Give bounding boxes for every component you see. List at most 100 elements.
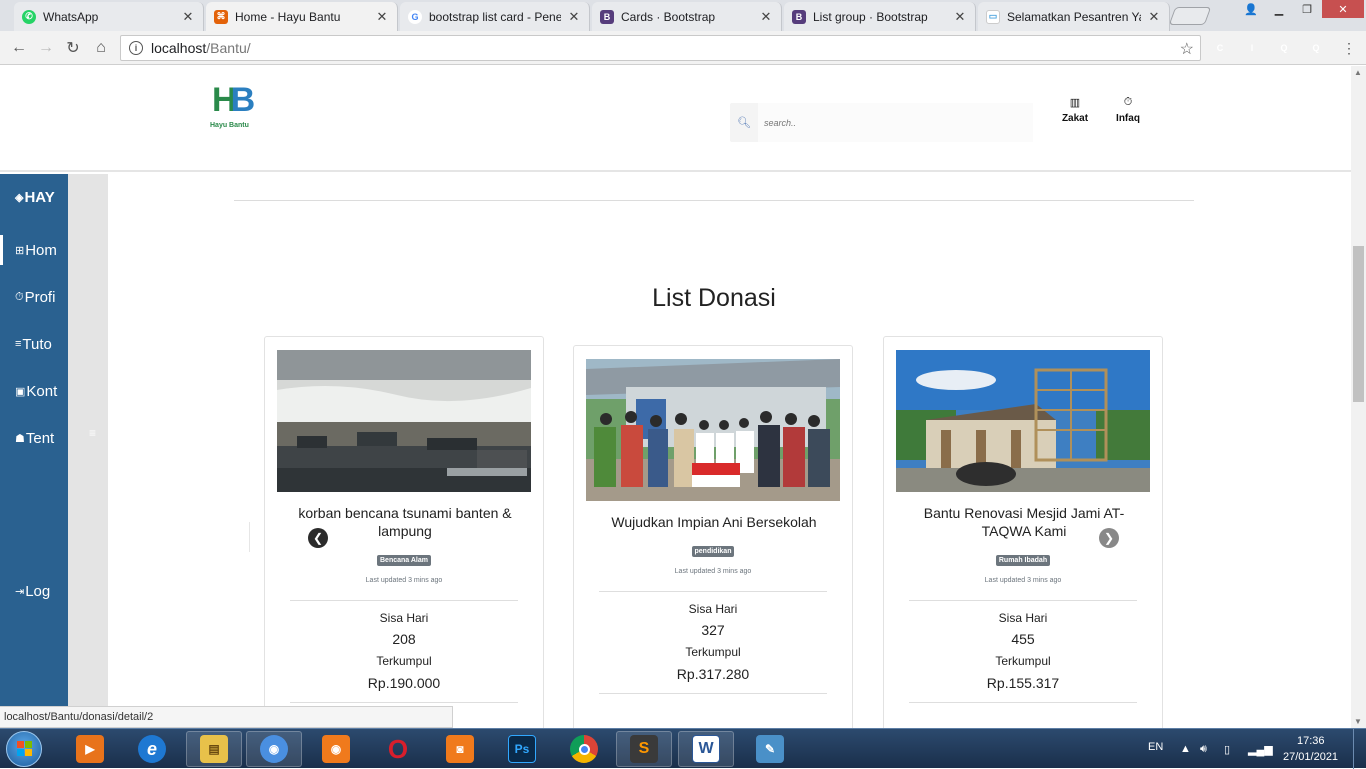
site-logo[interactable]: HB Hayu Bantu [208,80,255,132]
close-icon[interactable]: ✕ [953,9,967,25]
ext-q-icon[interactable]: Q [1276,40,1292,56]
taskbar-file-explorer[interactable]: ▤ [186,731,242,767]
sidebar-item-tutorial[interactable]: ≡ Tuto [0,329,68,359]
ext-c-icon[interactable]: C [1212,40,1228,56]
search-icon: 🔍︎ [737,117,751,129]
logo-text: Hayu Bantu [210,122,249,129]
taskbar-chrome-active[interactable]: ◉ [246,731,302,767]
windows-logo-icon [17,741,33,757]
camera-app-icon: ◙ [446,735,474,763]
restore-button[interactable]: ❐ [1294,0,1320,18]
back-button[interactable]: ← [8,37,30,59]
tab-title: WhatsApp [43,9,99,24]
home-button[interactable]: ⌂ [90,37,112,59]
infaq-label: Infaq [1116,113,1140,124]
clock-time[interactable]: 17:36 [1297,735,1325,747]
tab-selamatkan-pesantren[interactable]: ▭ Selamatkan Pesantren Ya ✕ [978,2,1170,31]
taskbar-screen-recorder[interactable]: ◉ [308,731,364,767]
close-icon[interactable]: ✕ [567,9,581,25]
site-header: HB Hayu Bantu 🔍︎ ▥ Zakat ⏱ Infaq [0,66,1351,172]
tab-title: Home - Hayu Bantu [235,9,341,24]
browser-menu-icon[interactable]: ⋮ [1338,37,1360,59]
sidebar-brand[interactable]: ◈ HAY [0,182,68,212]
terkumpul-label: Terkumpul [376,654,432,668]
taskbar-camera-app[interactable]: ◙ [432,731,488,767]
sidebar-item-profil[interactable]: ⏱ Profi [0,282,68,312]
card-badge: Rumah Ibadah [884,549,1162,567]
card-image-school[interactable] [586,359,840,501]
sidebar-item-kontak[interactable]: ▣ Kont [0,376,68,406]
card-badge: pendidikan [574,540,852,558]
taskbar-sublime[interactable]: S [616,731,672,767]
network-signal-icon[interactable]: ▂▄▆ [1248,743,1273,756]
donation-card[interactable]: korban bencana tsunami banten & lampung … [264,336,544,728]
terkumpul-label: Terkumpul [685,645,741,659]
hamburger-icon[interactable]: ≡ [89,426,96,440]
card-separator [909,600,1137,601]
status-url: localhost/Bantu/donasi/detail/2 [0,706,453,728]
carousel-next-button[interactable]: ❯ [1099,528,1119,548]
tab-list-group-bootstrap[interactable]: B List group · Bootstrap ✕ [784,2,976,31]
card-updated: Last updated 3 mins ago [365,577,443,584]
tab-bootstrap-list-card[interactable]: G bootstrap list card - Pene ✕ [400,2,590,31]
site-icon: ⌘ [214,9,228,24]
ext-q2-icon[interactable]: Q [1308,40,1324,56]
usb-device-icon[interactable]: ▯ [1224,743,1230,756]
carousel-prev-button[interactable]: ❮ [308,528,328,548]
language-indicator[interactable]: EN [1148,741,1163,753]
taskbar-chrome[interactable] [556,731,612,767]
scrollbar-thumb[interactable] [1353,246,1364,402]
close-icon[interactable]: ✕ [1147,9,1161,25]
taskbar-paint[interactable]: ✎ [742,731,798,767]
close-icon[interactable]: ✕ [375,9,389,25]
donation-card[interactable]: Bantu Renovasi Mesjid Jami AT-TAQWA Kami… [883,336,1163,728]
card-title: Wujudkan Impian Ani Bersekolah [611,514,817,530]
donation-card[interactable]: Wujudkan Impian Ani Bersekolah pendidika… [573,345,853,728]
tab-title: bootstrap list card - Pene [429,9,561,24]
reload-button[interactable]: ↻ [62,37,84,59]
start-button[interactable] [6,731,42,767]
zakat-link[interactable]: ▥ Zakat [1055,96,1095,124]
taskbar-opera[interactable]: O [370,731,426,767]
taskbar-media-player[interactable]: ▶ [62,731,118,767]
tab-cards-bootstrap[interactable]: B Cards · Bootstrap ✕ [592,2,782,31]
tab-whatsapp[interactable]: ✆ WhatsApp ✕ [14,2,204,31]
clock-date[interactable]: 27/01/2021 [1283,751,1338,763]
taskbar-photoshop[interactable]: Ps [494,731,550,767]
card-image-mosque[interactable] [896,350,1150,492]
volume-icon[interactable]: 🔊︎ [1200,743,1207,756]
media-player-icon: ▶ [76,735,104,763]
scroll-up-icon[interactable]: ▲ [1354,68,1362,77]
scroll-down-icon[interactable]: ▼ [1354,717,1362,726]
sidebar-item-home[interactable]: ⊞ Hom [0,235,68,265]
address-bar[interactable]: i localhost/Bantu/ ☆ [120,35,1201,61]
close-icon[interactable]: ✕ [181,9,195,25]
url-host: localhost [151,40,207,56]
sidebar-item-tentang[interactable]: ☗ Tent [0,423,68,453]
logo-mark: HB [212,81,255,119]
profile-icon[interactable]: 👤 [1238,0,1264,18]
tab-home-hayu-bantu[interactable]: ⌘ Home - Hayu Bantu ✕ [206,2,398,31]
tray-expand-icon[interactable]: ▲ [1180,743,1191,755]
word-icon: W [692,735,720,763]
new-tab-button[interactable] [1168,7,1212,25]
taskbar-internet-explorer[interactable]: e [124,731,180,767]
page-scrollbar[interactable]: ▲ ▼ [1351,66,1366,728]
bookmark-star-icon[interactable]: ☆ [1180,39,1194,59]
card-separator [290,702,518,703]
minimize-button[interactable]: ▁ [1266,0,1292,18]
section-title: List Donasi [652,284,776,312]
taskbar-word[interactable]: W [678,731,734,767]
info-icon[interactable]: i [129,41,143,55]
close-icon[interactable]: ✕ [759,9,773,25]
window-close-button[interactable]: ✕ [1322,0,1364,18]
sidebar-item-logout[interactable]: ⇥ Log [0,576,68,606]
infaq-link[interactable]: ⏱ Infaq [1108,96,1148,124]
search-input[interactable] [758,103,1033,142]
card-image-tsunami[interactable] [277,350,531,492]
show-desktop-button[interactable] [1353,729,1366,769]
ext-i-icon[interactable]: I [1244,40,1260,56]
browser-tab-strip: ✆ WhatsApp ✕ ⌘ Home - Hayu Bantu ✕ G boo… [0,0,1366,31]
page-icon: ▭ [986,9,1000,24]
forward-button[interactable]: → [35,37,57,59]
